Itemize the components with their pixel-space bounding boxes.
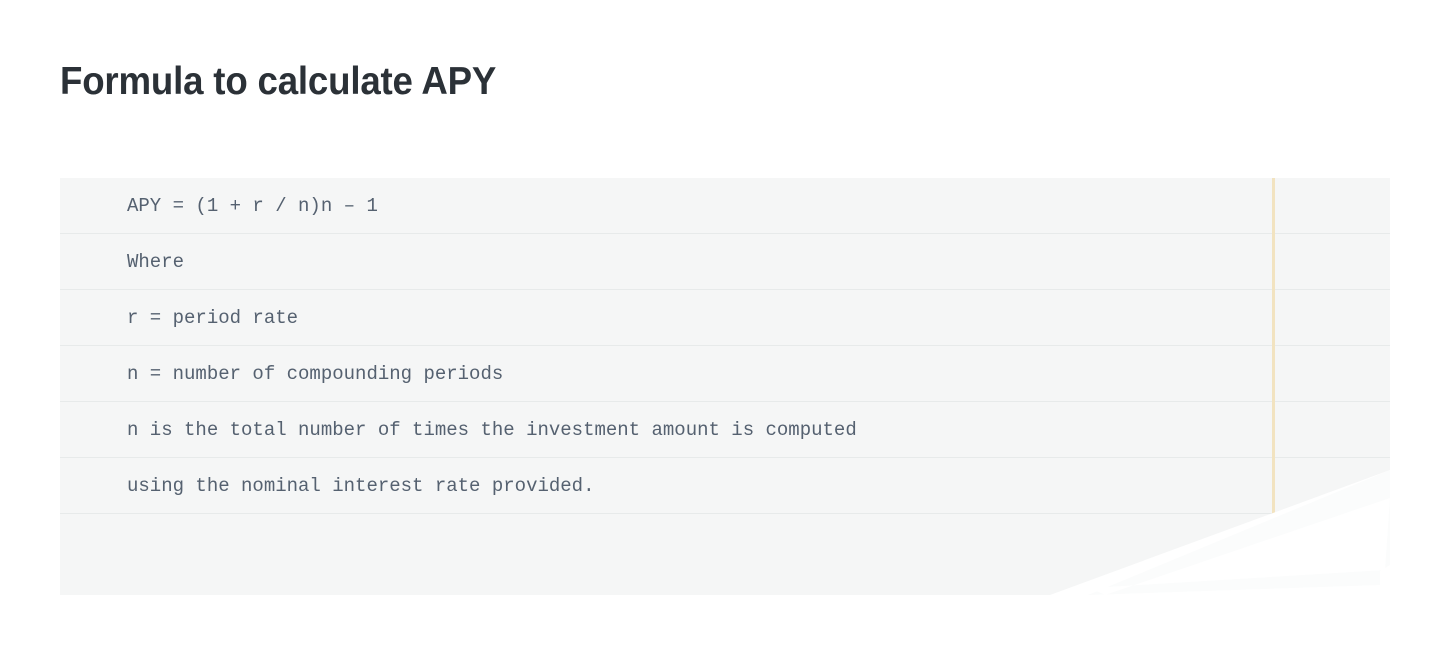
page-title: Formula to calculate APY	[60, 57, 496, 107]
code-line-row: r = period rate	[60, 290, 1390, 346]
page-root: Formula to calculate APY APY = (1 + r / …	[0, 0, 1450, 650]
code-line-row: n is the total number of times the inves…	[60, 402, 1390, 458]
code-line-row: using the nominal interest rate provided…	[60, 458, 1390, 514]
code-line-row-empty	[60, 514, 1390, 585]
code-line-text: using the nominal interest rate provided…	[60, 474, 594, 498]
code-line-row: n = number of compounding periods	[60, 346, 1390, 402]
code-line-text: Where	[60, 250, 184, 274]
code-line-text: n is the total number of times the inves…	[60, 418, 857, 442]
code-line-row: Where	[60, 234, 1390, 290]
code-line-row: APY = (1 + r / n)n – 1	[60, 178, 1390, 234]
code-line-text: n = number of compounding periods	[60, 362, 503, 386]
code-line-text: APY = (1 + r / n)n – 1	[60, 194, 378, 218]
formula-code-block: APY = (1 + r / n)n – 1 Where r = period …	[60, 178, 1390, 595]
code-line-text: r = period rate	[60, 306, 298, 330]
